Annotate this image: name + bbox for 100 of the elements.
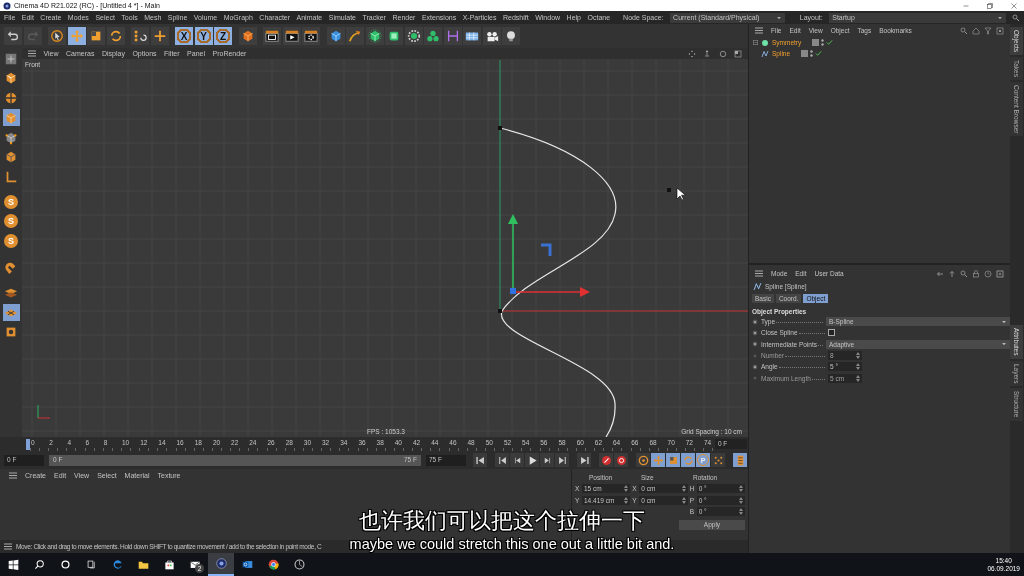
cloner-button[interactable] [424, 27, 442, 45]
checkbox[interactable] [828, 329, 835, 337]
zoom-view-icon[interactable] [703, 49, 711, 58]
up-arrow-icon[interactable] [948, 269, 956, 278]
mouse-cursor-icon [676, 187, 686, 201]
autokey-button[interactable] [614, 453, 628, 467]
light-button[interactable] [502, 27, 520, 45]
layer-box[interactable] [812, 39, 820, 46]
menu-icon[interactable] [9, 471, 17, 479]
skip-forward-icon [578, 454, 590, 466]
subdivision-button[interactable] [365, 27, 384, 45]
go-to-start-button[interactable] [473, 453, 487, 467]
floor-button[interactable] [463, 27, 481, 45]
deformer-button[interactable] [443, 27, 462, 45]
restore-button[interactable] [986, 1, 994, 10]
live-selection-button[interactable] [48, 27, 66, 45]
new-window-icon[interactable] [996, 269, 1004, 278]
cube-icon [4, 51, 18, 66]
move-gizmo-drawing[interactable] [508, 214, 590, 297]
visibility-dots-icon[interactable] [810, 50, 814, 57]
clapperboard-icon [265, 29, 279, 43]
undo-icon [6, 29, 20, 43]
object-mode-button[interactable] [2, 109, 20, 127]
render-view-button[interactable] [263, 27, 281, 45]
next-key-button[interactable] [555, 453, 569, 467]
animation-dot-icon[interactable] [752, 318, 758, 325]
move-button[interactable] [67, 27, 86, 45]
key-selection-button[interactable] [636, 453, 650, 467]
browser-icon [111, 559, 123, 570]
coordinate-system-button[interactable] [238, 27, 257, 45]
animation-dot-icon[interactable] [752, 363, 758, 370]
camera-button[interactable] [482, 27, 501, 45]
caret-icon [996, 14, 1003, 21]
search-icon[interactable] [960, 269, 968, 278]
key-pla-button[interactable] [711, 453, 725, 467]
home-icon[interactable] [972, 26, 980, 35]
render-button[interactable] [282, 27, 301, 45]
caret-icon [1001, 318, 1007, 325]
move-icon [69, 29, 84, 43]
search-icon [33, 559, 45, 570]
clapperboard-icon [284, 29, 299, 43]
new-window-icon[interactable] [996, 26, 1004, 35]
rotate-button[interactable] [106, 27, 125, 45]
squares-icon [133, 29, 147, 43]
maximize-icon[interactable] [734, 49, 742, 58]
history-icon[interactable] [984, 269, 992, 278]
render-settings-button[interactable] [302, 27, 320, 45]
cube-button[interactable] [326, 27, 345, 45]
previous-key-button[interactable] [495, 453, 509, 467]
playhead[interactable] [26, 438, 30, 450]
search-icon[interactable] [960, 26, 968, 35]
axis-lock-button[interactable]: X [175, 27, 193, 45]
array-button[interactable] [404, 27, 423, 45]
collapse-icon[interactable] [753, 40, 758, 45]
rotate-icon [108, 29, 123, 43]
psr-button[interactable] [131, 27, 149, 45]
cube-icon [387, 29, 401, 43]
rotate-view-icon[interactable] [718, 49, 727, 58]
move-view-icon[interactable] [687, 49, 696, 58]
envelope-icon [241, 559, 253, 570]
close-button[interactable] [1010, 1, 1018, 10]
record-button[interactable] [599, 453, 613, 467]
recent-tool-button[interactable] [150, 27, 169, 45]
menu-icon[interactable] [28, 50, 36, 57]
next-frame-button[interactable] [540, 453, 554, 467]
search-icon[interactable] [1012, 13, 1020, 22]
axis-lock-button[interactable]: Z [214, 27, 232, 45]
windows-icon [7, 559, 19, 570]
skip-back-icon [496, 454, 508, 466]
previous-frame-button[interactable] [510, 453, 524, 467]
spinner-icon [739, 508, 743, 516]
animation-dot-icon[interactable] [752, 341, 758, 348]
undo-button[interactable] [4, 27, 22, 45]
back-arrow-icon[interactable] [936, 269, 944, 278]
menu-icon[interactable] [4, 543, 12, 550]
animation-dot-icon[interactable] [752, 329, 758, 336]
point-handle[interactable] [498, 309, 502, 313]
point-handle[interactable] [498, 126, 502, 130]
camera-icon [484, 29, 499, 43]
axis-lock-button[interactable]: Y [194, 27, 213, 45]
bulb-icon [504, 29, 518, 43]
spinner-icon [856, 374, 860, 382]
redo-icon [25, 29, 40, 43]
folder-icon [137, 559, 149, 570]
go-to-end-button[interactable] [577, 453, 591, 467]
key-scale-button[interactable] [666, 453, 680, 467]
visibility-dots-icon[interactable] [821, 39, 825, 46]
play-button[interactable] [525, 453, 539, 467]
cinema-4d-button[interactable] [208, 553, 234, 576]
move-icon [652, 454, 664, 466]
scale-button[interactable] [87, 27, 105, 45]
lock-icon[interactable] [972, 269, 980, 278]
grid-button[interactable] [2, 304, 20, 322]
pen-button[interactable] [346, 27, 364, 45]
point-handle[interactable] [667, 188, 671, 192]
menu-icon[interactable] [755, 270, 763, 277]
extrude-button[interactable] [385, 27, 403, 45]
menu-icon[interactable] [755, 27, 763, 34]
layer-box[interactable] [801, 50, 809, 57]
filter-icon[interactable] [984, 26, 992, 35]
